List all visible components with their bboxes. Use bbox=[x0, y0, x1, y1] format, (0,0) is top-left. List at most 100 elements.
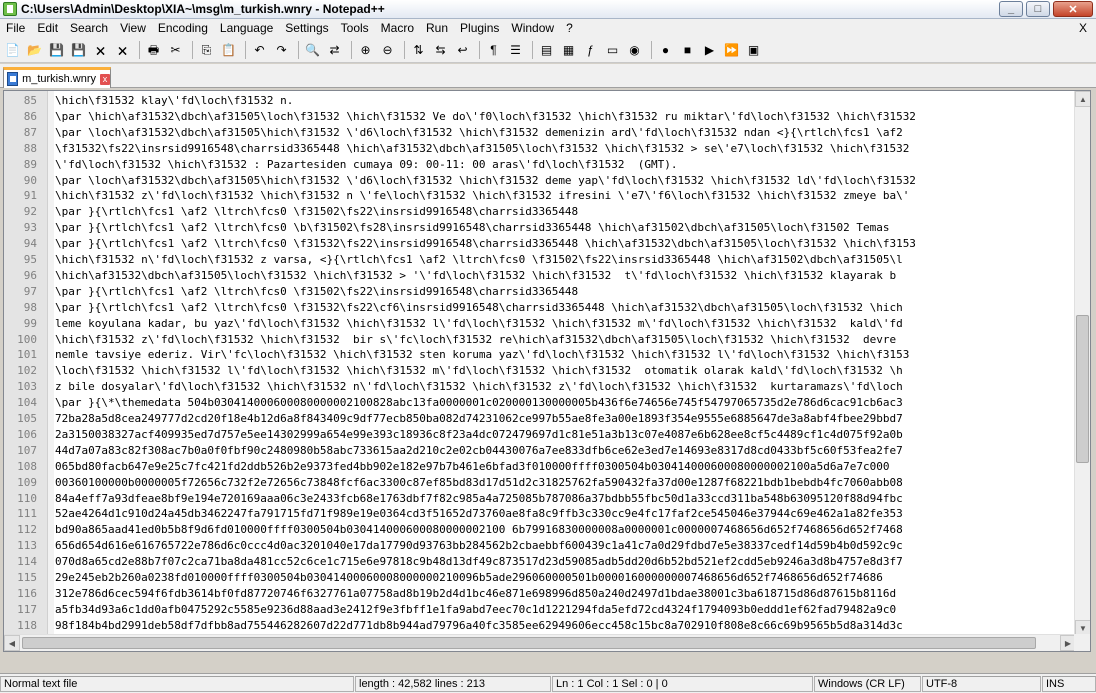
maximize-button[interactable]: □ bbox=[1026, 1, 1050, 17]
menu-file[interactable]: File bbox=[0, 21, 31, 35]
menu-language[interactable]: Language bbox=[214, 21, 279, 35]
sync-horizontal-icon[interactable]: ⇆ bbox=[431, 40, 450, 59]
editor-line[interactable]: 96 \hich\af31532\dbch\af31505\loch\f31532… bbox=[4, 268, 1076, 284]
minimize-button[interactable]: _ bbox=[999, 1, 1023, 17]
line-number: 85 bbox=[23, 94, 37, 107]
scroll-corner bbox=[1074, 634, 1090, 651]
status-position: Ln : 1 Col : 1 Sel : 0 | 0 bbox=[552, 676, 813, 692]
menu-macro[interactable]: Macro bbox=[375, 21, 420, 35]
menu-search[interactable]: Search bbox=[64, 21, 114, 35]
scroll-up-icon[interactable]: ▲ bbox=[1075, 91, 1090, 107]
cut-icon[interactable]: ✂ bbox=[166, 40, 185, 59]
monitoring-icon[interactable]: ◉ bbox=[625, 40, 644, 59]
status-eol[interactable]: Windows (CR LF) bbox=[814, 676, 921, 692]
paste-icon[interactable]: 📋 bbox=[219, 40, 238, 59]
close-all-icon[interactable]: 🗙 bbox=[113, 40, 132, 59]
doc-map-icon[interactable]: ▦ bbox=[559, 40, 578, 59]
indent-guide-icon[interactable]: ☰ bbox=[506, 40, 525, 59]
zoom-out-icon[interactable]: ⊖ bbox=[378, 40, 397, 59]
copy-icon[interactable]: ⎘ bbox=[197, 40, 216, 59]
play-macro-icon[interactable]: ▶ bbox=[700, 40, 719, 59]
menu-plugins[interactable]: Plugins bbox=[454, 21, 505, 35]
editor-line[interactable]: 102 \loch\f31532 \hich\f31532 l\'fd\loch\… bbox=[4, 363, 1076, 379]
status-insert-mode[interactable]: INS bbox=[1042, 676, 1096, 692]
print-icon[interactable]: 🖶 bbox=[144, 40, 163, 59]
status-encoding[interactable]: UTF-8 bbox=[922, 676, 1041, 692]
menu-run[interactable]: Run bbox=[420, 21, 454, 35]
title-bar[interactable]: C:\Users\Admin\Desktop\XIA~\msg\m_turkis… bbox=[0, 0, 1096, 19]
editor-line[interactable]: 104 \par }{\*\themedata 504b0304140006000… bbox=[4, 395, 1076, 411]
menu-help[interactable]: ? bbox=[560, 21, 579, 35]
horizontal-scrollbar[interactable]: ◀ ▶ bbox=[4, 634, 1076, 651]
record-macro-icon[interactable]: ● bbox=[656, 40, 675, 59]
editor-line[interactable]: 88 \f31532\fs22\insrsid9916548\charrsid33… bbox=[4, 141, 1076, 157]
stop-macro-icon[interactable]: ■ bbox=[678, 40, 697, 59]
menu-window[interactable]: Window bbox=[505, 21, 560, 35]
editor-line[interactable]: 113 656d654d616e616765722e786d6c0ccc4d0ac… bbox=[4, 538, 1076, 554]
zoom-in-icon[interactable]: ⊕ bbox=[356, 40, 375, 59]
undo-icon[interactable]: ↶ bbox=[250, 40, 269, 59]
editor-line[interactable]: 109 00360100000b0000005f72656c732f2e72656… bbox=[4, 475, 1076, 491]
word-wrap-icon[interactable]: ↩ bbox=[453, 40, 472, 59]
menu-encoding[interactable]: Encoding bbox=[152, 21, 214, 35]
editor-line[interactable]: 93 \par }{\rtlch\fcs1 \af2 \ltrch\fcs0 \b… bbox=[4, 220, 1076, 236]
vertical-scrollbar[interactable]: ▲ ▼ bbox=[1074, 91, 1090, 636]
editor-line[interactable]: 111 52ae4264d1c910d24a45db3462247fa791715… bbox=[4, 506, 1076, 522]
save-macro-icon[interactable]: ▣ bbox=[744, 40, 763, 59]
close-window-button[interactable]: ✕ bbox=[1053, 1, 1093, 17]
new-file-icon[interactable]: 📄 bbox=[3, 40, 22, 59]
line-text: 52ae4264d1c910d24a45db3462247fa791715fd7… bbox=[55, 507, 903, 521]
line-number: 115 bbox=[17, 571, 37, 584]
folder-workspace-icon[interactable]: ▭ bbox=[603, 40, 622, 59]
editor-line[interactable]: 118 98f184b4bd2991deb58df7dfbb8ad75544628… bbox=[4, 618, 1076, 634]
menu-settings[interactable]: Settings bbox=[279, 21, 334, 35]
editor-line[interactable]: 98 \par }{\rtlch\fcs1 \af2 \ltrch\fcs0 \f… bbox=[4, 300, 1076, 316]
replace-icon[interactable]: ⇄ bbox=[325, 40, 344, 59]
editor-line[interactable]: 92 \par }{\rtlch\fcs1 \af2 \ltrch\fcs0 \f… bbox=[4, 204, 1076, 220]
editor-line[interactable]: 85 \hich\f31532 klay\'fd\loch\f31532 n. bbox=[4, 93, 1076, 109]
editor-line[interactable]: 86 \par \hich\af31532\dbch\af31505\loch\f… bbox=[4, 109, 1076, 125]
editor-line[interactable]: 94 \par }{\rtlch\fcs1 \af2 \ltrch\fcs0 \f… bbox=[4, 236, 1076, 252]
editor-line[interactable]: 100 \hich\f31532 z\'fd\loch\f31532 \hich\… bbox=[4, 332, 1076, 348]
redo-icon[interactable]: ↷ bbox=[272, 40, 291, 59]
menu-view[interactable]: View bbox=[114, 21, 152, 35]
show-all-chars-icon[interactable]: ¶ bbox=[484, 40, 503, 59]
save-all-icon[interactable]: 💾 bbox=[69, 40, 88, 59]
editor-line[interactable]: 110 84a4eff7a93dfeae8bf9e194e720169aaa06c… bbox=[4, 491, 1076, 507]
editor-line[interactable]: 105 72ba28a5d8cea249777d2cd20f18e4b12d6a8… bbox=[4, 411, 1076, 427]
editor-line[interactable]: 103 z bile dosyalar\'fd\loch\f31532 \hich… bbox=[4, 379, 1076, 395]
function-list-icon[interactable]: ƒ bbox=[581, 40, 600, 59]
editor-line[interactable]: 106 2a3150038327acf409935ed7d757e5ee14302… bbox=[4, 427, 1076, 443]
language-icon[interactable]: ▤ bbox=[537, 40, 556, 59]
tab-m-turkish[interactable]: m_turkish.wnry x bbox=[3, 67, 111, 88]
scroll-left-icon[interactable]: ◀ bbox=[4, 635, 20, 651]
open-file-icon[interactable]: 📂 bbox=[25, 40, 44, 59]
menu-edit[interactable]: Edit bbox=[31, 21, 64, 35]
close-icon[interactable]: 🗙 bbox=[91, 40, 110, 59]
horizontal-scroll-thumb[interactable] bbox=[22, 637, 1036, 649]
editor-line[interactable]: 117 a5fb34d93a6c1dd0afb0475292c5585e9236d… bbox=[4, 602, 1076, 618]
editor-line[interactable]: 101 nemle tavsiye ederiz. Vir\'fc\loch\f3… bbox=[4, 347, 1076, 363]
editor-line[interactable]: 108 065bd80facb647e9e25c7fc421fd2ddb526b2… bbox=[4, 459, 1076, 475]
editor-line[interactable]: 87 \par \loch\af31532\dbch\af31505\hich\f… bbox=[4, 125, 1076, 141]
editor-line[interactable]: 95 \hich\f31532 n\'fd\loch\f31532 z varsa… bbox=[4, 252, 1076, 268]
text-editor[interactable]: 85 \hich\f31532 klay\'fd\loch\f31532 n. 86… bbox=[3, 90, 1091, 652]
find-icon[interactable]: 🔍 bbox=[303, 40, 322, 59]
menu-tools[interactable]: Tools bbox=[335, 21, 375, 35]
editor-line[interactable]: 97 \par }{\rtlch\fcs1 \af2 \ltrch\fcs0 \f… bbox=[4, 284, 1076, 300]
editor-line[interactable]: 89 \'fd\loch\f31532 \hich\f31532 : Pazart… bbox=[4, 157, 1076, 173]
editor-line[interactable]: 91 \hich\f31532 z\'fd\loch\f31532 \hich\f… bbox=[4, 188, 1076, 204]
editor-line[interactable]: 90 \par \loch\af31532\dbch\af31505\hich\f… bbox=[4, 173, 1076, 189]
editor-line[interactable]: 99 leme koyulana kadar, bu yaz\'fd\loch\f… bbox=[4, 316, 1076, 332]
vertical-scroll-thumb[interactable] bbox=[1076, 315, 1089, 463]
tab-close-icon[interactable]: x bbox=[100, 73, 110, 85]
play-multiple-icon[interactable]: ⏩ bbox=[722, 40, 741, 59]
editor-line[interactable]: 114 070d8a65cd2e88b7f07c2ca71ba8da481cc52… bbox=[4, 554, 1076, 570]
editor-line[interactable]: 107 44d7a07a83c82f308ac7b0a0f0fbf90c24809… bbox=[4, 443, 1076, 459]
editor-line[interactable]: 115 29e245eb2b260a0238fd010000ffff0300504… bbox=[4, 570, 1076, 586]
save-icon[interactable]: 💾 bbox=[47, 40, 66, 59]
editor-line[interactable]: 116 312e786d6cec594f6fdb3614bf0fd87720746… bbox=[4, 586, 1076, 602]
close-document-button[interactable]: X bbox=[1079, 21, 1087, 35]
editor-line[interactable]: 112 bd90a865aad41ed0b5b8f9d6fd010000ffff0… bbox=[4, 522, 1076, 538]
sync-vertical-icon[interactable]: ⇅ bbox=[409, 40, 428, 59]
